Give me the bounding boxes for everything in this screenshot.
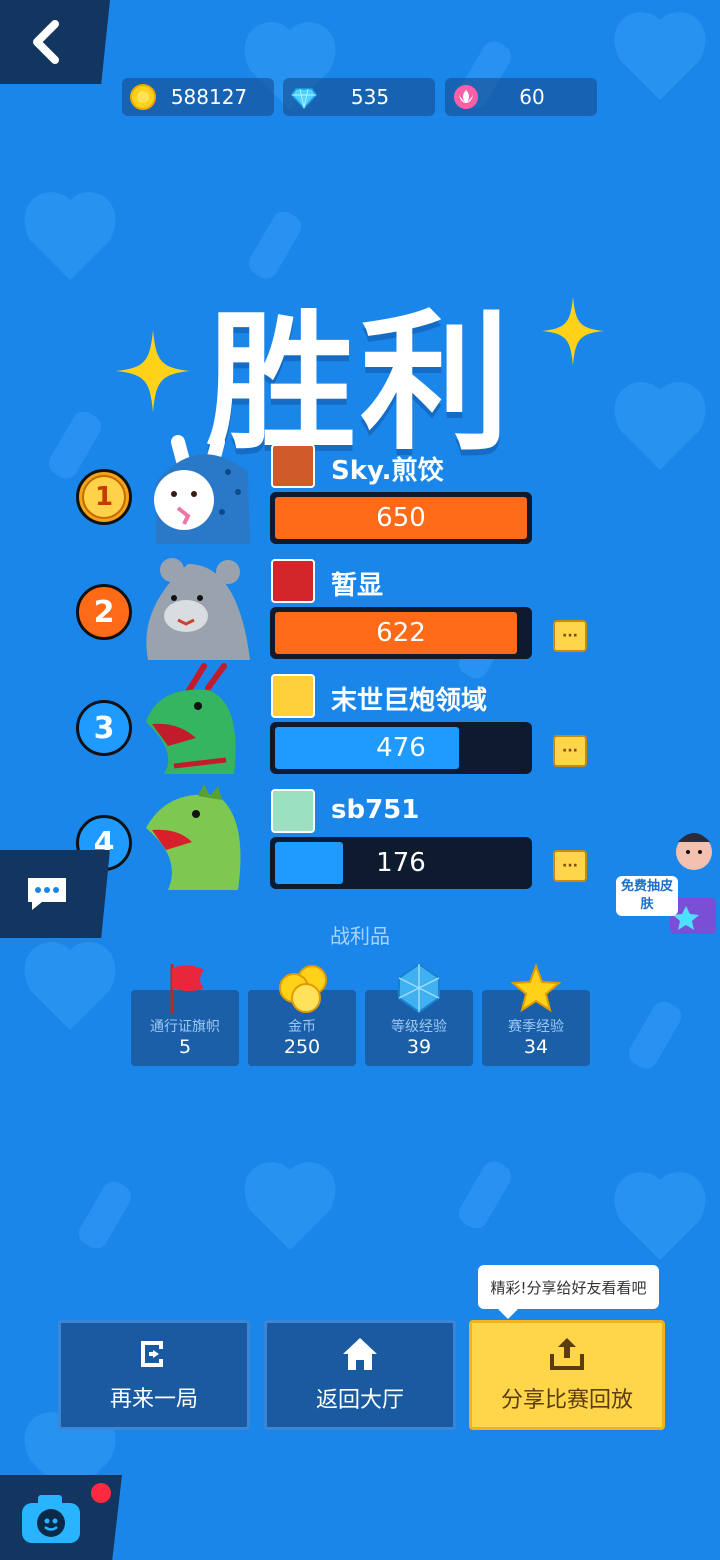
score-bar: 176 — [270, 837, 532, 889]
player-icon — [271, 674, 315, 718]
share-tooltip: 精彩!分享给好友看看吧 — [478, 1265, 659, 1319]
share-replay-label: 分享比赛回放 — [500, 1388, 633, 1413]
score-value: 622 — [376, 618, 426, 648]
player-name: 暂显 — [331, 571, 384, 601]
player-avatar — [146, 784, 241, 890]
victory-title: 胜利 — [205, 297, 514, 471]
home-icon — [343, 1338, 377, 1370]
diamond-icon — [291, 88, 317, 110]
coin-counter[interactable]: 588127 — [122, 78, 274, 116]
crystal-icon — [398, 962, 440, 1014]
share-icon — [550, 1338, 584, 1370]
player-icon — [271, 444, 315, 488]
loot-amount: 5 — [178, 1036, 192, 1058]
player-avatar — [146, 558, 250, 660]
loot-label: 通行证旗帜 — [150, 1019, 220, 1035]
score-bar: 622 — [270, 607, 532, 659]
rank-badge: 2 — [76, 584, 132, 640]
loot-label: 金币 — [288, 1019, 316, 1035]
player-avatar — [146, 663, 236, 774]
more-button[interactable]: ··· — [553, 850, 587, 882]
rank-badge: 1 — [76, 469, 132, 525]
coins-icon — [279, 965, 327, 1013]
loot-label: 赛季经验 — [508, 1019, 564, 1035]
rank-badge: 3 — [76, 700, 132, 756]
player-icon — [271, 789, 315, 833]
play-again-button[interactable]: 再来一局 — [58, 1320, 250, 1430]
loot-label: 等级经验 — [391, 1019, 447, 1035]
score-value: 650 — [376, 503, 426, 533]
camera-icon — [22, 1495, 80, 1543]
flag-icon — [170, 964, 204, 1014]
more-button[interactable]: ··· — [553, 735, 587, 767]
play-again-label: 再来一局 — [109, 1387, 198, 1412]
lotus-icon — [454, 85, 478, 109]
chevron-left-icon — [33, 20, 59, 64]
more-button[interactable]: ··· — [553, 620, 587, 652]
player-name: sb751 — [331, 795, 420, 825]
loot-amount: 39 — [406, 1036, 432, 1058]
replay-icon — [141, 1341, 163, 1367]
share-replay-button[interactable]: 分享比赛回放 — [469, 1320, 665, 1430]
diamond-counter[interactable]: 535 — [283, 78, 435, 116]
player-name: Sky.煎饺 — [331, 456, 444, 486]
star-icon — [510, 963, 562, 1013]
score-bar: 650 — [270, 492, 532, 544]
score-value: 176 — [376, 848, 426, 878]
coin-icon — [130, 84, 156, 110]
back-button[interactable] — [0, 0, 110, 84]
loot-title: 战利品 — [330, 924, 390, 948]
return-lobby-label: 返回大厅 — [315, 1388, 404, 1413]
return-lobby-button[interactable]: 返回大厅 — [264, 1320, 456, 1430]
player-avatar — [154, 435, 250, 544]
loot-amount: 250 — [283, 1036, 321, 1058]
player-name: 末世巨炮领域 — [331, 686, 488, 716]
free-skin-label: 免费抽皮肤 — [616, 876, 678, 916]
loot-amount: 34 — [523, 1036, 549, 1058]
score-bar: 476 — [270, 722, 532, 774]
notification-dot — [91, 1483, 111, 1503]
score-value: 476 — [376, 733, 426, 763]
camera-button[interactable] — [0, 1475, 122, 1560]
lotus-counter[interactable]: 60 — [445, 78, 597, 116]
character-icon — [676, 833, 712, 870]
player-icon — [271, 559, 315, 603]
chat-bubble-icon — [28, 878, 66, 910]
